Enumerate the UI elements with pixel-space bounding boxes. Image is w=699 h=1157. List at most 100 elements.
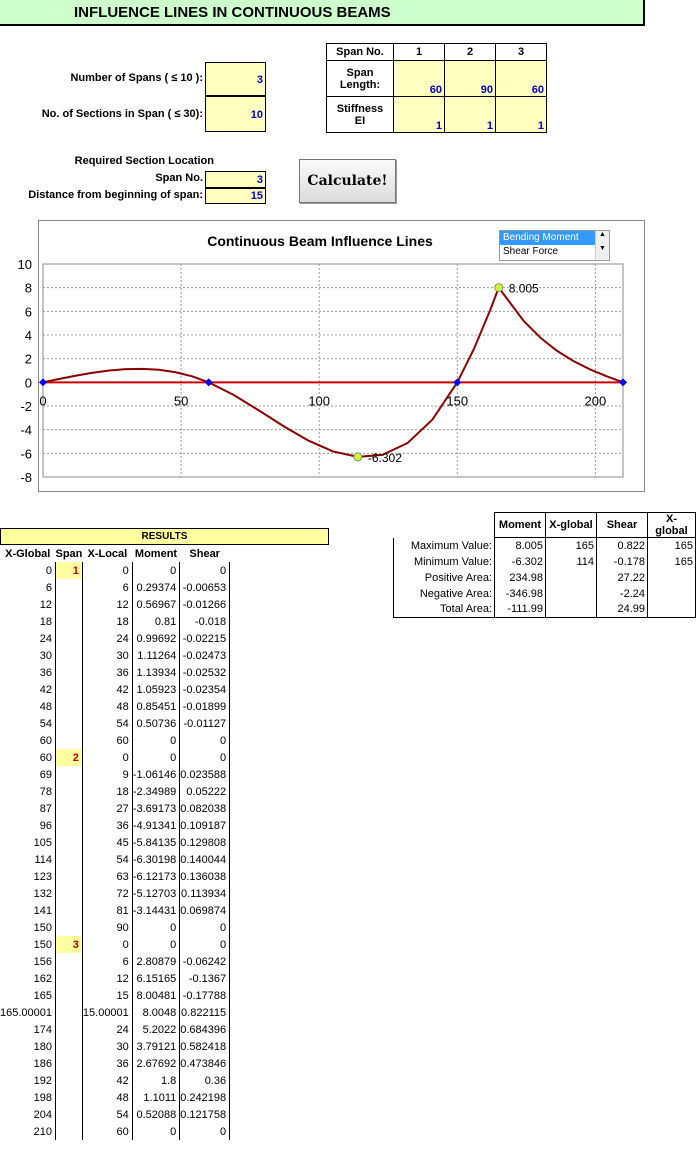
page-title: INFLUENCE LINES IN CONTINUOUS BEAMS	[0, 0, 645, 26]
results-cell: 0	[132, 749, 181, 766]
results-cell: 204	[0, 1106, 56, 1123]
summary-cell: -0.178	[596, 553, 648, 570]
results-cell	[55, 664, 83, 681]
table-row: 24 24 0.99692 -0.02215	[0, 630, 231, 647]
stiffness-2[interactable]: 1	[444, 96, 496, 133]
x-tick-label: 100	[308, 393, 330, 408]
calculate-button[interactable]: Calculate!	[299, 159, 396, 203]
table-row: 156 6 2.80879 -0.06242	[0, 953, 231, 970]
results-cell: 60	[0, 732, 56, 749]
span-length-1[interactable]: 60	[393, 60, 445, 97]
results-cell	[55, 919, 83, 936]
results-cell: 54	[82, 1106, 133, 1123]
results-cell: 0	[179, 919, 231, 936]
span-length-3[interactable]: 60	[495, 60, 547, 97]
table-row: 174 24 5.2022 0.684396	[0, 1021, 231, 1038]
results-cell	[55, 1004, 83, 1021]
results-cell	[55, 1038, 83, 1055]
table-row: 150 90 0 0	[0, 919, 231, 936]
results-cell: 60	[0, 749, 56, 766]
num-spans-input[interactable]: 3	[205, 62, 266, 96]
summary-cell	[647, 601, 696, 618]
results-cell: -0.02354	[179, 681, 231, 698]
results-cell: -0.01899	[179, 698, 231, 715]
results-cell: 0.582418	[179, 1038, 231, 1055]
results-cell: 165	[0, 987, 56, 1004]
results-cell	[55, 953, 83, 970]
stiffness-3[interactable]: 1	[495, 96, 547, 133]
results-cell	[55, 1072, 83, 1089]
summary-row: Positive Area: 234.98 27.22	[393, 569, 696, 586]
results-cell	[55, 902, 83, 919]
table-row: 36 36 1.13934 -0.02532	[0, 664, 231, 681]
diagram-type-listbox[interactable]: Bending Moment Shear Force ▲ ▼	[499, 230, 610, 261]
results-cell: 42	[82, 1072, 133, 1089]
results-cell: 24	[0, 630, 56, 647]
results-cell: 1.11264	[132, 647, 181, 664]
results-cell	[55, 715, 83, 732]
results-cell	[55, 970, 83, 987]
summary-cell: 114	[576, 555, 594, 568]
results-cell: 48	[82, 698, 133, 715]
span-no-input[interactable]: 3	[205, 171, 266, 188]
scroll-up-icon[interactable]: ▲	[599, 231, 606, 238]
summary-cell: 234.98	[494, 569, 546, 586]
summary-cell	[546, 570, 597, 586]
results-cell: 6	[82, 579, 133, 596]
results-cell: 174	[0, 1021, 56, 1038]
results-cell: 18	[82, 613, 133, 630]
summary-cell: 165	[647, 553, 696, 570]
results-cell: 48	[82, 1089, 133, 1106]
table-row: 54 54 0.50736 -0.01127	[0, 715, 231, 732]
results-cell: 87	[0, 800, 56, 817]
listbox-scrollbar[interactable]: ▲ ▼	[595, 231, 609, 260]
results-cell: 210	[0, 1123, 56, 1140]
results-cell: 1.8	[132, 1072, 181, 1089]
distance-input[interactable]: 15	[205, 188, 266, 204]
results-cell: -0.02215	[179, 630, 231, 647]
results-cell: 24	[82, 630, 133, 647]
summary-cell	[647, 585, 696, 602]
results-cell: 69	[0, 766, 56, 783]
results-cell: -6.12173	[132, 868, 181, 885]
results-cell	[55, 596, 83, 613]
listbox-option-moment[interactable]: Bending Moment	[500, 231, 598, 245]
num-sections-input[interactable]: 10	[205, 96, 266, 132]
y-tick-label: -6	[20, 446, 32, 461]
y-tick-label: -4	[20, 423, 32, 438]
results-cell	[55, 613, 83, 630]
table-row: 114 54 -6.30198 0.140044	[0, 851, 231, 868]
stiffness-1[interactable]: 1	[393, 96, 445, 133]
span-length-2[interactable]: 90	[444, 60, 496, 97]
summary-cell: -111.99	[494, 601, 546, 618]
results-cell: 0.136038	[179, 868, 231, 885]
summary-cell: -346.98	[494, 585, 546, 602]
results-cell: -0.00653	[179, 579, 231, 596]
results-cell: 6.15165	[132, 970, 181, 987]
summary-cell: 24.99	[596, 601, 648, 618]
y-tick-label: 0	[25, 375, 32, 390]
results-cell: -4.91341	[132, 817, 181, 834]
results-header: RESULTS	[0, 528, 329, 545]
y-tick-label: 10	[18, 257, 32, 272]
results-cell: 60	[82, 732, 133, 749]
results-cell: 54	[0, 715, 56, 732]
results-cell	[55, 630, 83, 647]
scroll-down-icon[interactable]: ▼	[599, 245, 606, 252]
results-cell: -2.34989	[132, 783, 181, 800]
x-tick-label: 0	[39, 393, 46, 408]
table-row: 87 27 -3.69173 0.082038	[0, 800, 231, 817]
results-cell: 8.0048	[132, 1004, 181, 1021]
listbox-option-shear[interactable]: Shear Force	[500, 245, 598, 259]
results-table: X-Global Span X-Local Moment Shear 0 1 0 0 0 6 6 0.…	[0, 545, 231, 1140]
results-cell: 27	[82, 800, 133, 817]
summary-row: Minimum Value: -6.302 114 -0.178 165	[393, 553, 696, 570]
required-section-label: Required Section Location	[74, 155, 214, 167]
summary-col-header: X-global	[647, 512, 696, 538]
results-cell: -0.17788	[179, 987, 231, 1004]
results-cell: 42	[82, 681, 133, 698]
table-row: 204 54 0.52088 0.121758	[0, 1106, 231, 1123]
results-col-header: X-Local	[87, 547, 128, 560]
results-cell: 30	[0, 647, 56, 664]
y-tick-label: 6	[25, 304, 32, 319]
